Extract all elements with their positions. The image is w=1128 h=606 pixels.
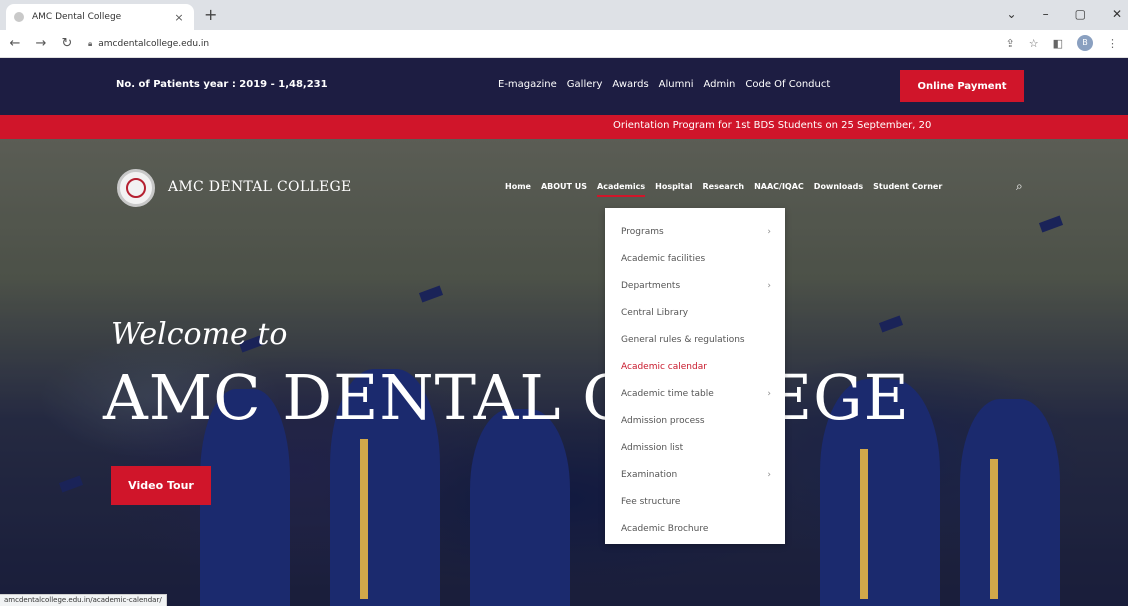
graduate-figure [470, 409, 570, 606]
menu-item-general-rules[interactable]: General rules & regulations [605, 326, 785, 353]
nav-research[interactable]: Research [703, 182, 745, 197]
menu-item-programs[interactable]: Programs › [605, 218, 785, 245]
forward-icon[interactable]: → [30, 36, 52, 51]
logo-emblem-icon [126, 178, 146, 198]
link-alumni[interactable]: Alumni [659, 79, 694, 90]
url-input[interactable]: 🔒︎ amcdentalcollege.edu.in [88, 34, 1018, 54]
menu-item-departments[interactable]: Departments › [605, 272, 785, 299]
welcome-text: Welcome to [111, 317, 288, 352]
nav-home[interactable]: Home [505, 182, 531, 197]
gold-sash [990, 459, 998, 599]
ticker-text[interactable]: Orientation Program for 1st BDS Students… [613, 120, 963, 131]
url-text: amcdentalcollege.edu.in [98, 38, 210, 49]
menu-item-academic-calendar[interactable]: Academic calendar [605, 353, 785, 380]
bookmark-star-icon[interactable]: ☆ [1029, 37, 1039, 50]
tab-title: AMC Dental College [32, 12, 122, 22]
online-payment-button[interactable]: Online Payment [900, 70, 1024, 102]
nav-downloads[interactable]: Downloads [814, 182, 863, 197]
new-tab-button[interactable]: + [204, 6, 217, 24]
menu-item-examination[interactable]: Examination › [605, 461, 785, 488]
link-gallery[interactable]: Gallery [567, 79, 603, 90]
tab-search-icon[interactable]: ⌄ [1007, 6, 1017, 22]
main-nav: Home ABOUT US Academics Hospital Researc… [505, 182, 942, 197]
browser-status-url: amcdentalcollege.edu.in/academic-calenda… [0, 594, 167, 606]
nav-student-corner[interactable]: Student Corner [873, 182, 942, 197]
college-logo[interactable] [117, 169, 155, 207]
nav-hospital[interactable]: Hospital [655, 182, 692, 197]
menu-item-academic-facilities[interactable]: Academic facilities [605, 245, 785, 272]
maximize-icon[interactable]: ▢ [1075, 6, 1086, 22]
menu-item-academic-time-table[interactable]: Academic time table › [605, 380, 785, 407]
reload-icon[interactable]: ↻ [56, 36, 78, 51]
search-icon[interactable]: ⌕ [1016, 179, 1023, 194]
nav-academics[interactable]: Academics [597, 182, 646, 197]
hero-title: AMC DENTAL COLLEGE [103, 361, 910, 434]
back-icon[interactable]: ← [4, 36, 26, 51]
nav-about-us[interactable]: ABOUT US [541, 182, 587, 197]
window-controls: ⌄ – ▢ ✕ [1007, 6, 1122, 22]
academics-dropdown: Programs › Academic facilities Department… [605, 208, 785, 544]
share-icon[interactable]: ⇪ [1006, 37, 1015, 50]
address-bar: ← → ↻ 🔒︎ amcdentalcollege.edu.in ⇪ ☆ ◧ B… [0, 30, 1128, 58]
profile-avatar[interactable]: B [1077, 35, 1093, 51]
close-tab-icon[interactable]: × [172, 11, 186, 24]
chevron-right-icon: › [767, 280, 771, 291]
chevron-right-icon: › [767, 469, 771, 480]
lock-icon[interactable]: 🔒︎ [88, 39, 92, 49]
menu-item-academic-brochure[interactable]: Academic Brochure [605, 515, 785, 542]
browser-tab-bar: AMC Dental College × + ⌄ – ▢ ✕ [0, 0, 1128, 30]
news-ticker: Orientation Program for 1st BDS Students… [0, 115, 1128, 139]
brand-name[interactable]: AMC DENTAL COLLEGE [168, 179, 352, 195]
nav-naac-iqac[interactable]: NAAC/IQAC [754, 182, 804, 197]
close-window-icon[interactable]: ✕ [1112, 6, 1122, 22]
menu-kebab-icon[interactable]: ⋮ [1107, 37, 1118, 50]
top-info-bar: No. of Patients year : 2019 - 1,48,231 E… [0, 58, 1128, 115]
mortarboard-cap-icon [58, 475, 84, 493]
graduate-figure [960, 399, 1060, 606]
mortarboard-cap-icon [878, 315, 904, 333]
sidepanel-icon[interactable]: ◧ [1053, 37, 1063, 50]
link-admin[interactable]: Admin [704, 79, 736, 90]
menu-item-admission-process[interactable]: Admission process [605, 407, 785, 434]
chevron-right-icon: › [767, 388, 771, 399]
mortarboard-cap-icon [418, 285, 444, 303]
top-links: E-magazine Gallery Awards Alumni Admin C… [498, 79, 830, 90]
mortarboard-cap-icon [1038, 215, 1064, 233]
link-code-of-conduct[interactable]: Code Of Conduct [745, 79, 830, 90]
menu-item-fee-structure[interactable]: Fee structure [605, 488, 785, 515]
gold-sash [360, 439, 368, 599]
video-tour-button[interactable]: Video Tour [111, 466, 211, 505]
minimize-icon[interactable]: – [1043, 6, 1049, 22]
toolbar-actions: ⇪ ☆ ◧ B ⋮ [1006, 35, 1118, 51]
gold-sash [860, 449, 868, 599]
link-e-magazine[interactable]: E-magazine [498, 79, 557, 90]
hero-banner: AMC DENTAL COLLEGE Home ABOUT US Academi… [0, 139, 1128, 606]
menu-item-central-library[interactable]: Central Library [605, 299, 785, 326]
favicon-icon [14, 12, 24, 22]
link-awards[interactable]: Awards [612, 79, 648, 90]
patients-count: No. of Patients year : 2019 - 1,48,231 [116, 79, 328, 90]
menu-item-admission-list[interactable]: Admission list [605, 434, 785, 461]
browser-tab[interactable]: AMC Dental College × [6, 4, 194, 30]
chevron-right-icon: › [767, 226, 771, 237]
